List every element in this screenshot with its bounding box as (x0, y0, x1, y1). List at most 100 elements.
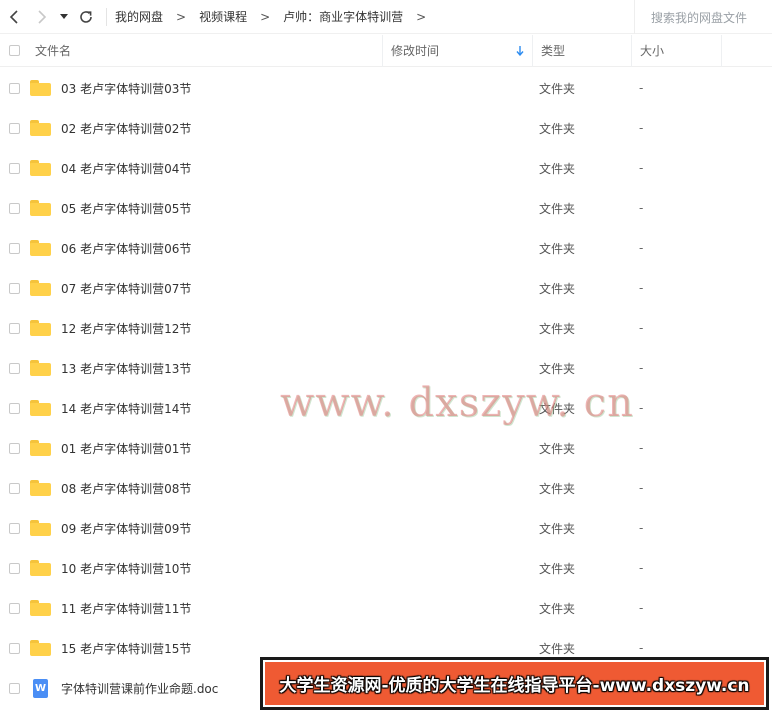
row-checkbox-cell (0, 402, 26, 414)
row-checkbox[interactable] (8, 562, 20, 574)
file-name[interactable]: 04 老卢字体特训营04节 (61, 160, 539, 177)
row-checkbox[interactable] (8, 482, 20, 494)
file-name[interactable]: 07 老卢字体特训营07节 (61, 280, 539, 297)
file-size: - (639, 441, 644, 455)
row-checkbox[interactable] (8, 642, 20, 654)
breadcrumb-my-drive[interactable]: 我的网盘 (115, 8, 163, 25)
breadcrumb-chevron-icon: > (416, 9, 427, 24)
file-type: 文件夹 (539, 121, 576, 136)
row-checkbox[interactable] (8, 122, 20, 134)
file-row[interactable]: 02 老卢字体特训营02节 文件夹 - (0, 108, 772, 148)
file-icon-wrap (30, 359, 52, 377)
column-header-modified[interactable]: 修改时间 (383, 34, 533, 67)
file-name[interactable]: 15 老卢字体特训营15节 (61, 640, 539, 657)
chevron-right-icon (38, 9, 47, 24)
file-name[interactable]: 10 老卢字体特训营10节 (61, 560, 539, 577)
row-checkbox-cell (0, 442, 26, 454)
folder-icon (30, 360, 51, 376)
folder-icon (30, 160, 51, 176)
file-icon-wrap (30, 279, 52, 297)
file-name[interactable]: 02 老卢字体特训营02节 (61, 120, 539, 137)
file-row[interactable]: 11 老卢字体特训营11节 文件夹 - (0, 588, 772, 628)
file-type: 文件夹 (539, 561, 576, 576)
row-checkbox-cell (0, 362, 26, 374)
folder-icon (30, 200, 51, 216)
file-name[interactable]: 13 老卢字体特训营13节 (61, 360, 539, 377)
folder-icon (30, 320, 51, 336)
row-checkbox-cell (0, 82, 26, 94)
file-row[interactable]: 14 老卢字体特训营14节 文件夹 - (0, 388, 772, 428)
folder-icon (30, 400, 51, 416)
file-row[interactable]: 06 老卢字体特训营06节 文件夹 - (0, 228, 772, 268)
folder-icon (30, 80, 51, 96)
file-name[interactable]: 09 老卢字体特训营09节 (61, 520, 539, 537)
select-all-cell (0, 35, 26, 67)
file-type: 文件夹 (539, 161, 576, 176)
history-dropdown-button[interactable] (56, 0, 72, 34)
forward-button[interactable] (28, 0, 56, 34)
file-name[interactable]: 08 老卢字体特训营08节 (61, 480, 539, 497)
select-all-checkbox[interactable] (8, 45, 20, 56)
file-name[interactable]: 05 老卢字体特训营05节 (61, 200, 539, 217)
file-row[interactable]: 05 老卢字体特训营05节 文件夹 - (0, 188, 772, 228)
breadcrumb-video-courses[interactable]: 视频课程 (199, 8, 247, 25)
folder-icon (30, 560, 51, 576)
file-row[interactable]: 01 老卢字体特训营01节 文件夹 - (0, 428, 772, 468)
toolbar: 我的网盘 > 视频课程 > 卢帅：商业字体特训营 > 搜索我的网盘文件 (0, 0, 772, 34)
file-type: 文件夹 (539, 441, 576, 456)
file-row[interactable]: 10 老卢字体特训营10节 文件夹 - (0, 548, 772, 588)
file-size: - (639, 161, 644, 175)
file-size: - (639, 601, 644, 615)
column-header-name[interactable]: 文件名 (26, 34, 383, 67)
back-button[interactable] (0, 0, 28, 34)
refresh-button[interactable] (72, 0, 100, 34)
row-checkbox[interactable] (8, 242, 20, 254)
file-size: - (639, 561, 644, 575)
folder-icon (30, 440, 51, 456)
row-checkbox[interactable] (8, 202, 20, 214)
search-input[interactable]: 搜索我的网盘文件 (634, 0, 772, 34)
file-row[interactable]: 04 老卢字体特训营04节 文件夹 - (0, 148, 772, 188)
file-size: - (639, 401, 644, 415)
file-row[interactable]: 03 老卢字体特训营03节 文件夹 - (0, 68, 772, 108)
row-checkbox[interactable] (8, 522, 20, 534)
file-name[interactable]: 11 老卢字体特训营11节 (61, 600, 539, 617)
file-row[interactable]: 09 老卢字体特训营09节 文件夹 - (0, 508, 772, 548)
folder-icon (30, 120, 51, 136)
breadcrumb: 我的网盘 > 视频课程 > 卢帅：商业字体特训营 > (115, 8, 439, 25)
file-row[interactable]: 13 老卢字体特训营13节 文件夹 - (0, 348, 772, 388)
file-row[interactable]: 08 老卢字体特训营08节 文件夹 - (0, 468, 772, 508)
file-name[interactable]: 01 老卢字体特训营01节 (61, 440, 539, 457)
file-name[interactable]: 12 老卢字体特训营12节 (61, 320, 539, 337)
column-type-label: 类型 (541, 44, 566, 58)
column-header-size[interactable]: 大小 (632, 34, 722, 67)
column-header-type[interactable]: 类型 (533, 34, 632, 67)
folder-icon (30, 280, 51, 296)
file-row[interactable]: 12 老卢字体特训营12节 文件夹 - (0, 308, 772, 348)
folder-icon (30, 240, 51, 256)
file-type: 文件夹 (539, 321, 576, 336)
row-checkbox[interactable] (8, 442, 20, 454)
row-checkbox-cell (0, 282, 26, 294)
row-checkbox[interactable] (8, 282, 20, 294)
row-checkbox[interactable] (8, 602, 20, 614)
file-icon-wrap: W (30, 678, 52, 698)
row-checkbox[interactable] (8, 82, 20, 94)
row-checkbox[interactable] (8, 362, 20, 374)
file-icon-wrap (30, 639, 52, 657)
file-type: 文件夹 (539, 81, 576, 96)
breadcrumb-current-folder[interactable]: 卢帅：商业字体特训营 (283, 8, 403, 25)
file-row[interactable]: 07 老卢字体特训营07节 文件夹 - (0, 268, 772, 308)
file-icon-wrap (30, 399, 52, 417)
word-doc-icon: W (33, 678, 48, 698)
file-name[interactable]: 03 老卢字体特训营03节 (61, 80, 539, 97)
row-checkbox[interactable] (8, 402, 20, 414)
row-checkbox[interactable] (8, 682, 20, 694)
row-checkbox[interactable] (8, 162, 20, 174)
refresh-icon (80, 10, 92, 23)
file-name[interactable]: 14 老卢字体特训营14节 (61, 400, 539, 417)
file-name[interactable]: 06 老卢字体特训营06节 (61, 240, 539, 257)
breadcrumb-chevron-icon: > (260, 9, 271, 24)
row-checkbox[interactable] (8, 322, 20, 334)
row-checkbox-cell (0, 482, 26, 494)
